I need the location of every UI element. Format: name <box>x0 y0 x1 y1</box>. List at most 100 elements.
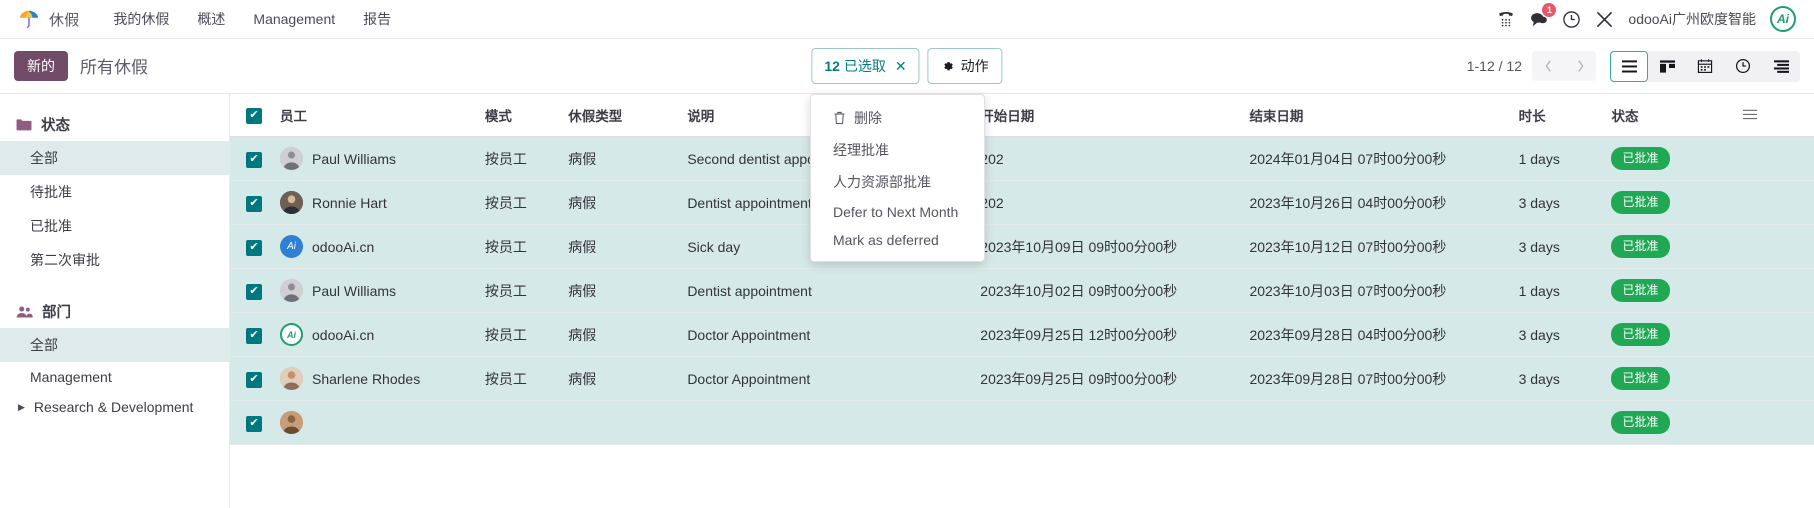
cell-duration: 1 days <box>1518 136 1612 181</box>
pivot-view-icon[interactable] <box>1762 50 1800 82</box>
optional-columns-header <box>1742 94 1814 137</box>
sidebar-item-status-second-approval[interactable]: 第二次审批 <box>0 243 229 277</box>
sidebar-item-status-to-approve[interactable]: 待批准 <box>0 175 229 209</box>
status-badge: 已批准 <box>1611 411 1670 434</box>
table-header: ✔ 员工 模式 休假类型 说明 开始日期 结束日期 时长 状态 <box>230 94 1814 137</box>
cell-duration: 3 days <box>1518 180 1612 225</box>
new-record-button[interactable]: 新的 <box>14 50 68 82</box>
row-select-cell: ✔ <box>230 180 281 225</box>
sidebar-item-label: 全部 <box>30 337 58 353</box>
sidebar-item-department-research-development[interactable]: ▶ Research & Development <box>0 392 229 422</box>
selected-label: 已选取 <box>843 58 886 74</box>
table-header-row: ✔ 员工 模式 休假类型 说明 开始日期 结束日期 时长 状态 <box>230 94 1814 137</box>
header-end-date[interactable]: 结束日期 <box>1249 94 1519 137</box>
clock-icon[interactable] <box>1562 10 1581 29</box>
cell-mode: 按员工 <box>484 268 569 313</box>
nav-item-overview[interactable]: 概述 <box>183 1 239 37</box>
cell-start-date: 202 <box>980 136 1250 181</box>
chat-unread-badge: 1 <box>1542 2 1557 17</box>
control-panel: 新的 所有休假 12 已选取 ✕ 动作 1-12 / 12 <box>0 39 1814 94</box>
sidebar-item-department-management[interactable]: Management <box>0 362 229 392</box>
row-checkbox[interactable]: ✔ <box>246 327 262 344</box>
action-menu-item-defer-next-month[interactable]: Defer to Next Month <box>811 198 984 226</box>
sidebar-item-label: 第二次审批 <box>30 252 100 268</box>
action-menu-item-hr-approve[interactable]: 人力资源部批准 <box>811 166 984 198</box>
chat-bubble-icon[interactable]: 1 <box>1529 2 1557 29</box>
cell-employee: Ai odooAi.cn <box>280 224 485 269</box>
nav-item-management[interactable]: Management <box>239 3 349 35</box>
header-leave-type[interactable]: 休假类型 <box>568 94 688 137</box>
action-menu-item-label: Defer to Next Month <box>833 204 959 220</box>
header-status[interactable]: 状态 <box>1611 94 1743 137</box>
header-employee[interactable]: 员工 <box>280 94 485 137</box>
cell-spacer <box>1742 136 1814 181</box>
sidebar-item-label: 全部 <box>30 150 58 166</box>
pager-previous-button[interactable] <box>1532 51 1564 81</box>
sidebar-item-status-all[interactable]: 全部 <box>0 141 229 175</box>
nav-item-reporting[interactable]: 报告 <box>349 1 405 37</box>
table-row[interactable]: ✔ Paul Williams 按员工 病假 Second dentist ap… <box>230 136 1814 181</box>
activity-view-icon[interactable] <box>1724 50 1762 82</box>
employee-name: odooAi.cn <box>312 326 375 343</box>
sidebar-item-department-all[interactable]: 全部 <box>0 328 229 362</box>
table-row[interactable]: ✔ Paul Williams 按员工 病假 Dentist appointme… <box>230 268 1814 313</box>
kanban-view-icon[interactable] <box>1648 50 1686 82</box>
header-start-date[interactable]: 开始日期 <box>980 94 1250 137</box>
table-row[interactable]: ✔ 已批准 <box>230 400 1814 445</box>
action-menu-label: 动作 <box>960 58 989 74</box>
status-badge: 已批准 <box>1611 279 1670 302</box>
row-checkbox[interactable]: ✔ <box>246 239 262 256</box>
avatar: Ai <box>280 323 304 346</box>
pager-range: 1-12 / 12 <box>1466 58 1522 74</box>
row-checkbox[interactable]: ✔ <box>246 283 262 300</box>
row-checkbox[interactable]: ✔ <box>246 415 262 432</box>
pager-next-button[interactable] <box>1564 51 1596 81</box>
nav-menu: 我的休假 概述 Management 报告 <box>99 1 405 37</box>
row-checkbox[interactable]: ✔ <box>246 371 262 388</box>
action-menu-item-delete[interactable]: 删除 <box>811 102 984 134</box>
cell-leave-type: 病假 <box>568 268 688 313</box>
expand-caret-icon[interactable]: ▶ <box>18 402 25 413</box>
cell-end-date <box>1249 400 1519 445</box>
sidebar-item-status-approved[interactable]: 已批准 <box>0 209 229 243</box>
calendar-view-icon[interactable] <box>1686 50 1724 82</box>
app-brand[interactable]: 休假 <box>18 8 79 30</box>
table-row[interactable]: ✔ Ai odooAi.cn 按员工 病假 Doctor Appointment… <box>230 312 1814 357</box>
status-badge: 已批准 <box>1611 367 1670 390</box>
user-avatar[interactable]: Ai <box>1770 6 1796 32</box>
row-checkbox[interactable]: ✔ <box>246 195 262 212</box>
cell-leave-type: 病假 <box>568 136 688 181</box>
header-duration[interactable]: 时长 <box>1518 94 1612 137</box>
cell-duration: 3 days <box>1518 312 1612 357</box>
cell-end-date: 2023年09月28日 04时00分00秒 <box>1249 312 1519 357</box>
select-all-checkbox[interactable]: ✔ <box>246 107 262 124</box>
people-icon <box>16 305 33 319</box>
nav-item-my-leaves[interactable]: 我的休假 <box>99 1 183 37</box>
table-row[interactable]: ✔ Sharlene Rhodes 按员工 病假 Doctor Appointm… <box>230 356 1814 401</box>
pager-buttons <box>1532 51 1596 81</box>
cell-start-date: 2023年10月02日 09时00分00秒 <box>980 268 1250 313</box>
action-menu-button[interactable]: 动作 <box>927 48 1003 84</box>
sidebar-item-label: Management <box>30 369 112 385</box>
phone-dialpad-icon[interactable] <box>1497 10 1515 28</box>
selected-count-button[interactable]: 12 已选取 ✕ <box>811 48 920 84</box>
cell-status: 已批准 <box>1611 268 1743 313</box>
list-view-icon[interactable] <box>1610 50 1648 82</box>
table-row[interactable]: ✔ Ronnie Hart 按员工 病假 Dentist appointment… <box>230 180 1814 225</box>
cell-duration: 3 days <box>1518 224 1612 269</box>
cell-employee: Paul Williams <box>280 136 485 181</box>
cell-leave-type <box>568 400 688 445</box>
row-checkbox[interactable]: ✔ <box>246 151 262 168</box>
cell-status: 已批准 <box>1611 356 1743 401</box>
action-menu-item-manager-approve[interactable]: 经理批准 <box>811 134 984 166</box>
clear-selection-icon[interactable]: ✕ <box>895 58 907 75</box>
table-row[interactable]: ✔ Ai odooAi.cn 按员工 病假 Sick day 2023年10月0… <box>230 224 1814 269</box>
view-switcher <box>1610 50 1800 82</box>
settings-sliders-icon[interactable] <box>1742 109 1758 124</box>
user-name[interactable]: odooAi广州欧度智能 <box>1628 9 1756 29</box>
table-body: ✔ Paul Williams 按员工 病假 Second dentist ap… <box>230 136 1814 445</box>
header-mode[interactable]: 模式 <box>484 94 569 137</box>
action-menu-item-mark-as-deferred[interactable]: Mark as deferred <box>811 226 984 254</box>
activity-tools-icon[interactable] <box>1595 10 1614 29</box>
cell-leave-type: 病假 <box>568 356 688 401</box>
